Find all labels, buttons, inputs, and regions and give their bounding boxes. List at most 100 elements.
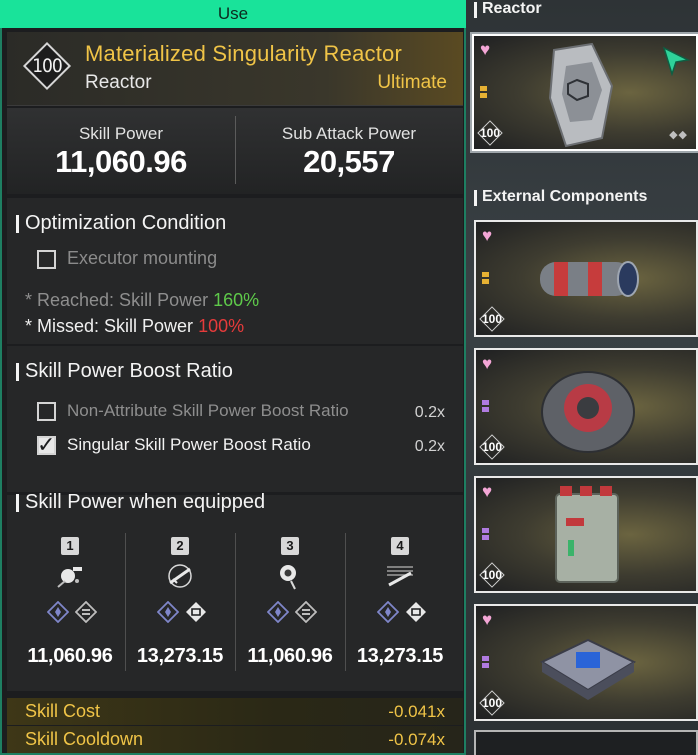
rifle-skill-icon xyxy=(168,564,192,588)
slot-number: 1 xyxy=(61,537,79,555)
singular-attribute-icon xyxy=(377,601,399,623)
non-attribute-value: 0.2x xyxy=(414,404,445,421)
favorite-icon: ♥ xyxy=(482,610,493,629)
slot-badges xyxy=(43,601,99,627)
skill-slot-3[interactable]: 3 11,060.96 xyxy=(235,495,345,691)
level-badge: 100 xyxy=(22,41,72,91)
slot-value: 13,273.15 xyxy=(136,645,224,667)
slot-number: 4 xyxy=(391,537,409,555)
tag-icon xyxy=(482,535,489,540)
slot-number: 2 xyxy=(171,537,189,555)
orb-skill-icon xyxy=(280,565,296,590)
tag-icon xyxy=(482,272,489,277)
check-icon: ✓ xyxy=(37,432,56,457)
non-attribute-label: Non-Attribute Skill Power Boost Ratio xyxy=(67,401,349,420)
favorite-icon: ♥ xyxy=(482,482,493,501)
slot-value: 11,060.96 xyxy=(27,645,113,667)
cylinder-art xyxy=(540,261,639,297)
skill-cooldown-label: Skill Cooldown xyxy=(25,729,144,749)
singular-attribute-icon xyxy=(157,601,179,623)
tag-icon xyxy=(482,407,489,412)
card-level: 100 xyxy=(478,123,502,143)
singular-label: Singular Skill Power Boost Ratio xyxy=(67,435,311,454)
boost-ratio-title: Skill Power Boost Ratio xyxy=(16,360,233,382)
skill-slot-4[interactable]: 4 13,273.15 xyxy=(345,495,455,691)
skill-power-value: 11,060.96 xyxy=(55,144,187,179)
executor-mounting-checkbox[interactable] xyxy=(37,250,56,269)
skill-slot-1[interactable]: 1 11,060.96 xyxy=(15,495,125,691)
item-name: Materialized Singularity Reactor xyxy=(85,41,402,66)
dimension-type-icon xyxy=(406,602,426,622)
singular-attribute-icon xyxy=(267,601,289,623)
skill-power-label: Skill Power xyxy=(78,124,164,143)
slot-badges xyxy=(263,601,319,627)
reached-line: * Reached: Skill Power 160% xyxy=(25,290,259,311)
tag-icon xyxy=(482,656,489,661)
boost-ratio-section: Skill Power Boost Ratio Non-Attribute Sk… xyxy=(7,346,463,492)
skill-power-stat: Skill Power 11,060.96 xyxy=(7,108,235,180)
singular-checkbox[interactable]: ✓ xyxy=(37,432,56,457)
tag-icon xyxy=(482,528,489,533)
skill-cost-label: Skill Cost xyxy=(25,701,101,721)
stats-block: Skill Power 11,060.96 Sub Attack Power 2… xyxy=(7,108,463,194)
component-card-5-partial[interactable] xyxy=(474,730,698,755)
non-attribute-checkbox[interactable] xyxy=(37,402,56,421)
favorite-icon: ♥ xyxy=(480,40,491,59)
reactor-card[interactable]: ♥ ◆◆ 100 xyxy=(472,34,698,151)
component-card-2[interactable]: ♥ 100 xyxy=(474,348,698,465)
reached-value: 160% xyxy=(213,290,260,310)
card-level: 100 xyxy=(480,565,504,585)
component-card-4[interactable]: ♥ 100 xyxy=(474,604,698,721)
dimension-type-icon xyxy=(186,602,206,622)
sub-attack-label: Sub Attack Power xyxy=(281,124,417,143)
item-grade: Ultimate xyxy=(377,72,447,93)
tag-icon xyxy=(480,86,487,91)
grenade-skill-icon xyxy=(57,567,82,588)
equipment-column: Reactor ♥ ◆◆ 100 External Components ♥ 1… xyxy=(466,0,698,755)
slot-value: 13,273.15 xyxy=(356,645,444,667)
sub-attack-value: 20,557 xyxy=(303,144,395,179)
slot-number: 3 xyxy=(281,537,299,555)
level-value: 100 xyxy=(32,55,63,77)
singular-value: 0.2x xyxy=(414,438,445,455)
item-detail-panel: 100 Materialized Singularity Reactor Rea… xyxy=(0,28,466,755)
slot-badges xyxy=(153,601,209,627)
plate-art xyxy=(539,638,637,700)
tech-type-icon xyxy=(295,601,317,623)
missed-line: * Missed: Skill Power 100% xyxy=(25,316,244,337)
skill-slot-2[interactable]: 2 13,273.15 xyxy=(125,495,235,691)
reactor-label: Reactor xyxy=(474,0,542,18)
component-card-3[interactable]: ♥ 100 xyxy=(474,476,698,593)
tag-icon xyxy=(482,279,489,284)
favorite-icon: ♥ xyxy=(482,226,493,245)
skill-cost-value: -0.041x xyxy=(388,702,445,721)
component-card-1[interactable]: ♥ 100 xyxy=(474,220,698,337)
singular-attribute-icon xyxy=(47,601,69,623)
favorite-icon: ♥ xyxy=(482,354,493,373)
optimization-section: Optimization Condition Executor mounting… xyxy=(7,198,463,344)
skill-cooldown-row: Skill Cooldown -0.074x xyxy=(7,726,463,753)
item-type: Reactor xyxy=(85,72,152,93)
more-icon: ◆◆ xyxy=(669,129,688,141)
equipped-section: Skill Power when equipped 1 11,060.96 2 xyxy=(7,491,463,691)
box-art xyxy=(555,486,619,583)
card-level: 100 xyxy=(480,693,504,713)
missed-prefix: * Missed: Skill Power xyxy=(25,316,199,336)
use-button[interactable]: Use xyxy=(0,0,466,28)
tag-icon xyxy=(482,663,489,668)
slot-badges xyxy=(373,601,429,627)
tech-type-icon xyxy=(75,601,97,623)
skill-cost-row: Skill Cost -0.041x xyxy=(7,698,463,725)
cursor-icon xyxy=(662,46,690,76)
missed-value: 100% xyxy=(198,316,245,336)
card-level: 100 xyxy=(480,437,504,457)
reached-prefix: * Reached: Skill Power xyxy=(25,290,214,310)
tag-icon xyxy=(482,400,489,405)
skill-cooldown-value: -0.074x xyxy=(388,730,445,749)
executor-mounting-label: Executor mounting xyxy=(67,248,218,268)
optimization-title: Optimization Condition xyxy=(15,212,227,234)
external-components-label: External Components xyxy=(473,188,648,206)
item-header: 100 Materialized Singularity Reactor Rea… xyxy=(7,32,463,106)
card-level: 100 xyxy=(480,309,504,329)
shotgun-skill-icon xyxy=(387,566,413,587)
